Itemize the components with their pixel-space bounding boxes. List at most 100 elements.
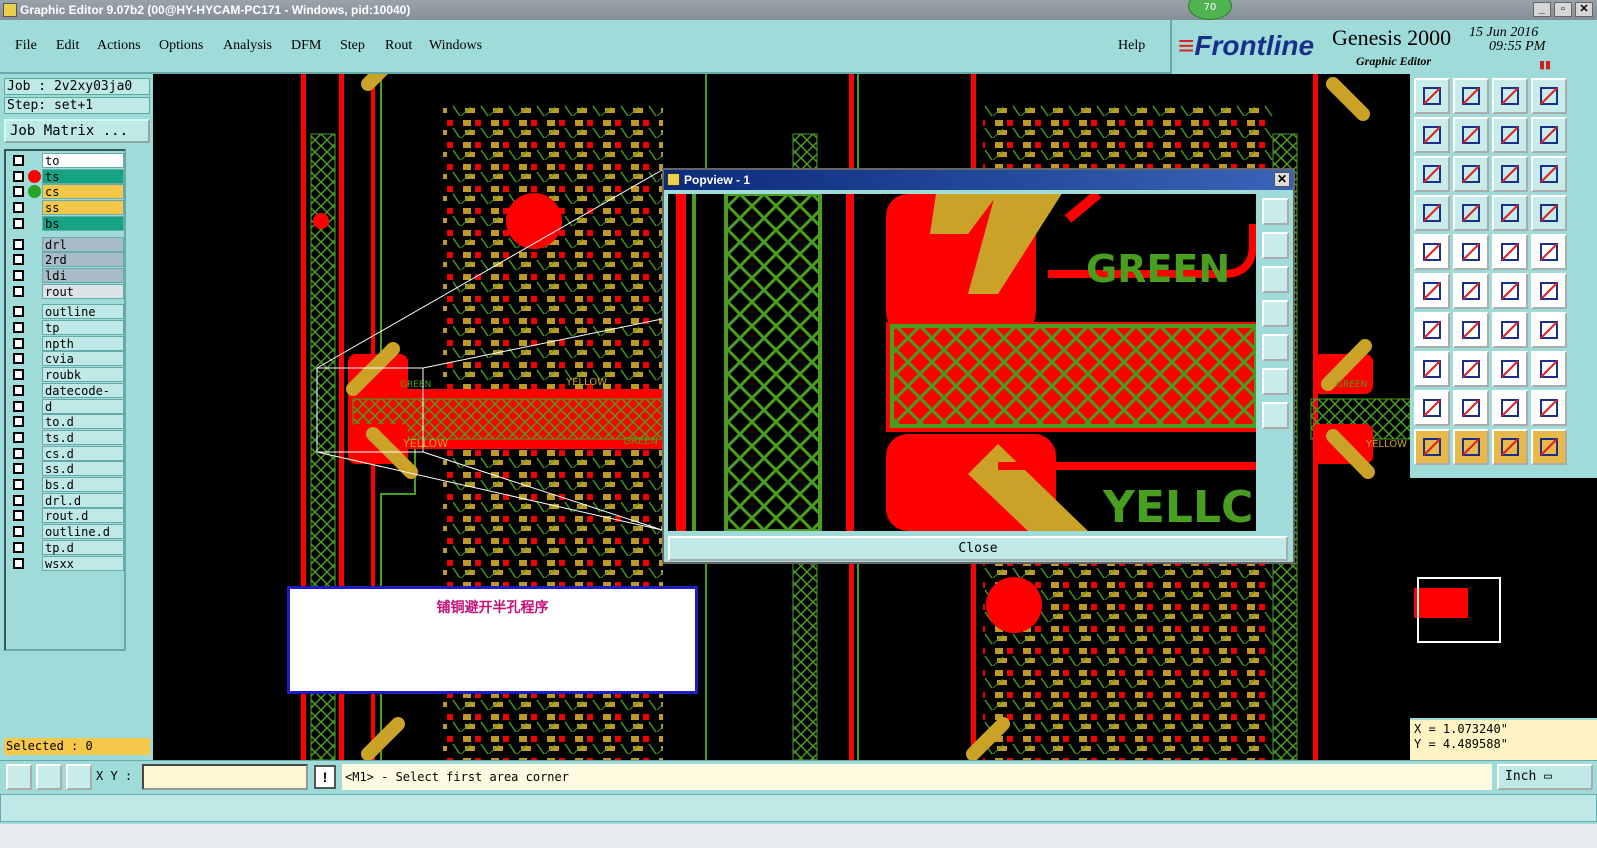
layer-net-icon[interactable] <box>1531 195 1567 231</box>
popview-image[interactable]: GREEN YELLC <box>668 194 1256 531</box>
zoom-fit-icon[interactable] <box>1414 156 1450 192</box>
layer-checkbox[interactable] <box>13 285 24 297</box>
layer-checkbox[interactable] <box>13 353 24 365</box>
menu-analysis[interactable]: Analysis <box>223 38 272 54</box>
layer-row-tp[interactable]: tp <box>8 320 124 335</box>
line-edit-icon[interactable] <box>1453 351 1489 387</box>
layer-row-datecode-cs[interactable]: datecode-cs <box>8 382 124 413</box>
layer-checkbox[interactable] <box>13 510 24 522</box>
scale-1to2-icon[interactable] <box>1492 156 1528 192</box>
layer-checkbox[interactable] <box>13 431 24 443</box>
layer-name[interactable]: datecode-cs <box>42 382 124 413</box>
layer-row-cvia[interactable]: cvia <box>8 351 124 367</box>
layer-name[interactable]: cs <box>42 184 124 200</box>
layer-checkbox[interactable] <box>13 541 24 553</box>
popview-zoom-fit-icon[interactable] <box>1262 368 1289 395</box>
layer-row-npth[interactable]: npth <box>8 335 124 351</box>
layer-name[interactable]: rout <box>42 283 124 299</box>
layer-row-to-d[interactable]: to.d <box>8 414 124 430</box>
layer-name[interactable]: ldi <box>42 267 124 283</box>
layer-checkbox[interactable] <box>13 526 24 538</box>
snap-s-icon[interactable] <box>1531 117 1567 153</box>
layer-row-rout-d[interactable]: rout.d <box>8 508 124 524</box>
maximize-button[interactable]: ▫ <box>1554 2 1572 17</box>
palette-icon[interactable] <box>1414 195 1450 231</box>
popview-close-icon[interactable]: ✕ <box>1274 172 1290 187</box>
zoom-center-icon[interactable] <box>1453 156 1489 192</box>
alert-icon[interactable]: ! <box>314 765 336 789</box>
snap-icon[interactable] <box>6 764 32 790</box>
copy-point-icon[interactable] <box>1531 273 1567 309</box>
layer-row-2rd[interactable]: 2rd <box>8 252 124 268</box>
layer-name[interactable]: cs.d <box>42 445 124 461</box>
layer-name[interactable]: ts.d <box>42 429 124 445</box>
layer-name[interactable]: outline <box>42 304 124 320</box>
layer-row-ss[interactable]: ss <box>8 200 124 216</box>
layer-row-roubk[interactable]: roubk <box>8 367 124 383</box>
popview-pan-up-icon[interactable] <box>1262 232 1289 259</box>
layer-row-drl[interactable]: drl <box>8 236 124 252</box>
popview-pan-right-icon[interactable] <box>1262 334 1289 361</box>
move-right-icon[interactable] <box>1453 117 1489 153</box>
grid-toggle-icon[interactable] <box>1453 195 1489 231</box>
layer-row-ss-d[interactable]: ss.d <box>8 461 124 477</box>
select-net-icon[interactable] <box>1531 429 1567 465</box>
menu-file[interactable]: File <box>15 38 37 54</box>
measure-icon[interactable] <box>36 764 62 790</box>
layer-checkbox[interactable] <box>13 322 24 333</box>
popview-zoom-out-icon[interactable] <box>1262 402 1289 429</box>
flip-icon[interactable] <box>1531 312 1567 348</box>
triangle-up-icon[interactable] <box>1414 390 1450 426</box>
layer-row-rout[interactable]: rout <box>8 283 124 299</box>
line-add-icon[interactable] <box>1453 234 1489 270</box>
mirror-icon[interactable] <box>1492 117 1528 153</box>
layer-name[interactable]: d <box>42 398 124 414</box>
xy-input[interactable] <box>142 764 308 790</box>
layer-row-cs[interactable]: cs <box>8 184 124 200</box>
move-left-icon[interactable] <box>1414 117 1450 153</box>
close-window-button[interactable]: ✕ <box>1575 2 1593 17</box>
layer-row-outline-d[interactable]: outline.d <box>8 524 124 540</box>
layer-checkbox[interactable] <box>13 416 24 428</box>
move-point-icon[interactable] <box>1492 273 1528 309</box>
layer-checkbox[interactable] <box>13 170 24 182</box>
layer-row-to[interactable]: to <box>8 153 124 168</box>
layer-name[interactable]: ss.d <box>42 461 124 477</box>
ruler-icon[interactable] <box>1492 234 1528 270</box>
layer-checkbox[interactable] <box>13 337 24 349</box>
angle-icon[interactable] <box>1414 312 1450 348</box>
triangle-edit-icon[interactable] <box>1492 390 1528 426</box>
layer-row-bs-d[interactable]: bs.d <box>8 477 124 492</box>
layer-name[interactable]: tp.d <box>42 539 124 555</box>
layer-name[interactable]: to <box>42 153 124 168</box>
menu-rout[interactable]: Rout <box>385 38 412 54</box>
layer-name[interactable]: tp <box>42 320 124 335</box>
layer-checkbox[interactable] <box>13 369 24 381</box>
layer-row-bs[interactable]: bs <box>8 215 124 231</box>
layer-name[interactable]: bs <box>42 215 124 231</box>
layer-row-ldi[interactable]: ldi <box>8 267 124 283</box>
unit-selector[interactable]: Inch ▭ <box>1497 764 1593 790</box>
layer-checkbox[interactable] <box>13 186 24 198</box>
layer-name[interactable]: roubk <box>42 367 124 383</box>
home-icon[interactable] <box>1492 78 1528 114</box>
layer-row-d[interactable]: d <box>8 398 124 414</box>
layer-row-outline[interactable]: outline <box>8 304 124 320</box>
move-down-icon[interactable] <box>1453 78 1489 114</box>
menu-options[interactable]: Options <box>159 38 203 54</box>
move-up-icon[interactable] <box>1414 78 1450 114</box>
layer-stack-icon[interactable] <box>1492 195 1528 231</box>
resize-icon[interactable] <box>1414 351 1450 387</box>
layer-name[interactable]: drl <box>42 236 124 252</box>
layer-checkbox[interactable] <box>13 254 24 266</box>
layer-name[interactable]: rout.d <box>42 508 124 524</box>
popview-zoom-in-icon[interactable] <box>1262 198 1289 225</box>
rotate-icon[interactable] <box>1492 312 1528 348</box>
layer-checkbox[interactable] <box>13 557 24 569</box>
circle-add-icon[interactable] <box>1531 234 1567 270</box>
layer-checkbox[interactable] <box>13 238 24 250</box>
overview-map[interactable] <box>1410 478 1597 718</box>
layer-row-drl-d[interactable]: drl.d <box>8 492 124 508</box>
triangle-add-icon[interactable] <box>1453 390 1489 426</box>
layer-checkbox[interactable] <box>13 306 24 318</box>
